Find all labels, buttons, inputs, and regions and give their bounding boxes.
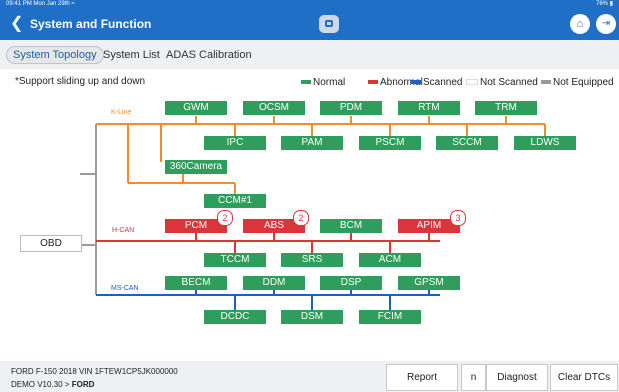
status-ampm: PM (22, 1, 32, 7)
ecu-dsm[interactable]: DSM (281, 310, 343, 324)
home-icon[interactable]: ⌂ (570, 14, 590, 34)
dtc-badge-abs: 2 (293, 210, 309, 226)
app-header: ❮ System and Function ⌂ ⇥ (0, 9, 619, 40)
footer-bar: FORD F-150 2018 VIN 1FTEW1CP5JK000000 DE… (0, 361, 619, 392)
dtc-badge-apim: 3 (450, 210, 466, 226)
camera-icon[interactable] (319, 15, 339, 33)
tab-system-list[interactable]: System List (103, 47, 160, 63)
back-icon[interactable]: ❮ (10, 15, 23, 33)
battery-percent: 76% (596, 1, 609, 7)
ecu-dcdc[interactable]: DCDC (204, 310, 266, 324)
page-title: System and Function (30, 17, 152, 31)
ecu-gwm[interactable]: GWM (165, 101, 227, 115)
ecu-rtm[interactable]: RTM (398, 101, 460, 115)
ecu-becm[interactable]: BECM (165, 276, 227, 290)
n-button[interactable]: n (461, 364, 486, 391)
ecu-dsp[interactable]: DSP (320, 276, 382, 290)
ecu-fcim[interactable]: FCIM (359, 310, 421, 324)
status-time: 09:41 (6, 1, 22, 7)
ecu-srs[interactable]: SRS (281, 253, 343, 267)
bus-label-kline: K-Line (111, 109, 132, 116)
breadcrumb-prefix: DEMO V10.30 > (11, 380, 72, 389)
status-bar: 09:41 PM Mon Jan 29th ≈ 76% ▮ (0, 0, 619, 9)
ecu-gpsm[interactable]: GPSM (398, 276, 460, 290)
ecu-ddm[interactable]: DDM (243, 276, 305, 290)
ecu-pdm[interactable]: PDM (320, 101, 382, 115)
ecu-bcm[interactable]: BCM (320, 219, 382, 233)
obd-node[interactable]: OBD (20, 235, 82, 252)
status-left: 09:41 PM Mon Jan 29th ≈ (6, 0, 75, 9)
tab-adas-calibration[interactable]: ADAS Calibration (166, 47, 252, 63)
ecu-trm[interactable]: TRM (475, 101, 537, 115)
tab-bar: System Topology System List ADAS Calibra… (0, 40, 619, 69)
ecu-pam[interactable]: PAM (281, 136, 343, 150)
wifi-icon: ≈ (71, 1, 75, 7)
ecu-ldws[interactable]: LDWS (514, 136, 576, 150)
bus-label-mscan: MS-CAN (111, 285, 139, 292)
clear-dtcs-button[interactable]: Clear DTCs (550, 364, 618, 391)
bus-label-hcan: H-CAN (112, 227, 135, 234)
status-right: 76% ▮ (596, 0, 613, 9)
ecu-ocsm[interactable]: OCSM (243, 101, 305, 115)
ecu-360camera[interactable]: 360Camera (165, 160, 227, 174)
battery-icon: ▮ (609, 1, 613, 7)
status-date: Mon Jan 29th (33, 1, 70, 7)
ecu-acm[interactable]: ACM (359, 253, 421, 267)
ecu-ccm1[interactable]: CCM#1 (204, 194, 266, 208)
ecu-pscm[interactable]: PSCM (359, 136, 421, 150)
vehicle-info: FORD F-150 2018 VIN 1FTEW1CP5JK000000 (11, 367, 178, 376)
ecu-ipc[interactable]: IPC (204, 136, 266, 150)
diagnose-button[interactable]: Diagnost (486, 364, 548, 391)
tab-system-topology[interactable]: System Topology (6, 46, 104, 64)
topology-area[interactable]: *Support sliding up and down Normal Abno… (0, 69, 619, 361)
report-button[interactable]: Report (386, 364, 458, 391)
breadcrumb: DEMO V10.30 > FORD (11, 380, 94, 389)
exit-icon[interactable]: ⇥ (596, 14, 616, 34)
ecu-sccm[interactable]: SCCM (436, 136, 498, 150)
breadcrumb-brand: FORD (71, 380, 95, 389)
dtc-badge-pcm: 2 (217, 210, 233, 226)
ecu-tccm[interactable]: TCCM (204, 253, 266, 267)
